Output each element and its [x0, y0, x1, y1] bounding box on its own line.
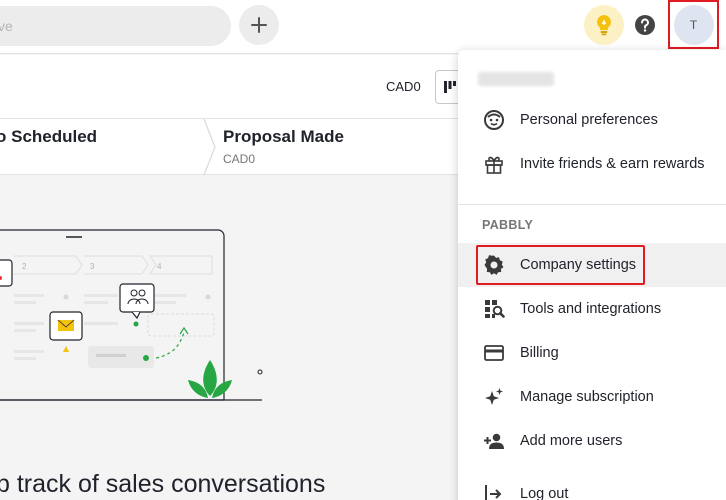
- menu-divider: [458, 204, 726, 205]
- menu-item-billing[interactable]: Billing: [458, 331, 726, 375]
- menu-item-add-users[interactable]: Add more users: [458, 419, 726, 463]
- menu-item-label: Billing: [520, 345, 559, 361]
- lightbulb-icon: [597, 15, 611, 36]
- question-icon: [635, 15, 655, 35]
- avatar[interactable]: T: [673, 4, 714, 45]
- menu-item-manage-subscription[interactable]: Manage subscription: [458, 375, 726, 419]
- menu-item-label: Log out: [520, 486, 569, 500]
- stage-total: CAD0: [223, 152, 256, 166]
- quick-add-button[interactable]: [239, 5, 279, 45]
- company-settings-highlight: [476, 245, 645, 285]
- stage-title: Proposal Made: [223, 127, 344, 146]
- menu-item-label: Add more users: [520, 433, 623, 449]
- empty-pipeline-illustration: 2 3 4: [0, 229, 263, 401]
- menu-item-personal-preferences[interactable]: Personal preferences: [458, 98, 726, 142]
- step-number: 3: [90, 262, 95, 271]
- deal-total: CAD0: [386, 79, 421, 94]
- smiley-icon: [482, 108, 506, 132]
- menu-item-log-out[interactable]: Log out: [458, 472, 726, 500]
- stage-title: o Scheduled: [0, 127, 98, 146]
- add-user-icon: [482, 429, 506, 453]
- plus-icon: [251, 17, 267, 33]
- stage-separator-icon: [203, 119, 216, 175]
- user-name-redacted: [478, 72, 554, 86]
- sparkle-icon: [482, 385, 506, 409]
- company-section-label: PABBLY: [482, 218, 534, 232]
- empty-state-headline: p track of sales conversations: [0, 470, 326, 498]
- kanban-icon: [444, 81, 456, 93]
- menu-item-invite-friends[interactable]: Invite friends & earn rewards: [458, 142, 726, 186]
- search-input[interactable]: ve: [0, 6, 231, 46]
- account-menu-highlight: T: [668, 0, 719, 49]
- logout-icon: [482, 482, 506, 500]
- menu-item-label: Manage subscription: [520, 389, 654, 405]
- menu-item-tools-integrations[interactable]: Tools and integrations: [458, 287, 726, 331]
- step-number: 2: [22, 262, 27, 271]
- menu-item-label: Invite friends & earn rewards: [520, 156, 705, 172]
- gift-icon: [482, 152, 506, 176]
- help-button[interactable]: [628, 8, 662, 42]
- step-number: 4: [157, 262, 162, 271]
- top-bar: ve T: [0, 0, 726, 54]
- sales-assistant-button[interactable]: [584, 5, 624, 45]
- menu-item-label: Personal preferences: [520, 112, 658, 128]
- tools-icon: [482, 297, 506, 321]
- menu-item-label: Tools and integrations: [520, 301, 662, 317]
- card-icon: [482, 341, 506, 365]
